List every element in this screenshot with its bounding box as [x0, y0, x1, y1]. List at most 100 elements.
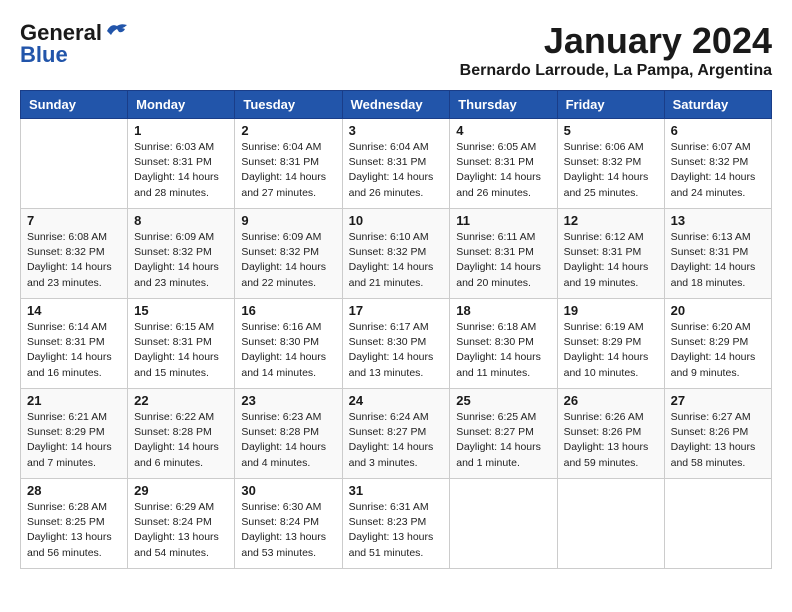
calendar-cell: 8Sunrise: 6:09 AMSunset: 8:32 PMDaylight… [128, 209, 235, 299]
day-number: 1 [134, 123, 228, 138]
day-number: 14 [27, 303, 121, 318]
weekday-header-wednesday: Wednesday [342, 91, 450, 119]
day-number: 11 [456, 213, 550, 228]
day-info: Sunrise: 6:08 AMSunset: 8:32 PMDaylight:… [27, 230, 121, 291]
weekday-header-sunday: Sunday [21, 91, 128, 119]
calendar-cell: 22 Sunrise: 6:22 AMSunset: 8:28 PMDayligh… [128, 389, 235, 479]
day-info: Sunrise: 6:21 AMSunset: 8:29 PMDaylight:… [27, 410, 121, 471]
day-number: 29 [134, 483, 228, 498]
day-number: 12 [564, 213, 658, 228]
calendar-cell: 14 Sunrise: 6:14 AMSunset: 8:31 PMDayligh… [21, 299, 128, 389]
calendar-cell: 26Sunrise: 6:26 AMSunset: 8:26 PMDayligh… [557, 389, 664, 479]
day-number: 16 [241, 303, 335, 318]
logo-bird-icon [105, 21, 129, 41]
calendar-cell: 21Sunrise: 6:21 AMSunset: 8:29 PMDayligh… [21, 389, 128, 479]
calendar-cell [664, 479, 771, 569]
day-number: 10 [349, 213, 444, 228]
logo-text-blue: Blue [20, 42, 68, 68]
calendar-cell: 19Sunrise: 6:19 AMSunset: 8:29 PMDayligh… [557, 299, 664, 389]
day-info: Sunrise: 6:05 AMSunset: 8:31 PMDaylight:… [456, 140, 550, 201]
calendar-week-3: 14 Sunrise: 6:14 AMSunset: 8:31 PMDayligh… [21, 299, 772, 389]
day-number: 6 [671, 123, 765, 138]
calendar-cell: 5 Sunrise: 6:06 AMSunset: 8:32 PMDaylight… [557, 119, 664, 209]
calendar-cell: 4 Sunrise: 6:05 AMSunset: 8:31 PMDaylight… [450, 119, 557, 209]
calendar-cell: 29 Sunrise: 6:29 AMSunset: 8:24 PMDayligh… [128, 479, 235, 569]
day-number: 28 [27, 483, 121, 498]
day-info: Sunrise: 6:20 AMSunset: 8:29 PMDaylight:… [671, 320, 765, 381]
weekday-header-monday: Monday [128, 91, 235, 119]
calendar-cell: 10 Sunrise: 6:10 AMSunset: 8:32 PMDayligh… [342, 209, 450, 299]
day-number: 17 [349, 303, 444, 318]
day-info: Sunrise: 6:26 AMSunset: 8:26 PMDaylight:… [564, 410, 658, 471]
calendar-cell [21, 119, 128, 209]
day-info: Sunrise: 6:06 AMSunset: 8:32 PMDaylight:… [564, 140, 658, 201]
day-info: Sunrise: 6:31 AMSunset: 8:23 PMDaylight:… [349, 500, 444, 561]
day-info: Sunrise: 6:15 AMSunset: 8:31 PMDaylight:… [134, 320, 228, 381]
day-info: Sunrise: 6:16 AMSunset: 8:30 PMDaylight:… [241, 320, 335, 381]
day-number: 25 [456, 393, 550, 408]
day-info: Sunrise: 6:24 AMSunset: 8:27 PMDaylight:… [349, 410, 444, 471]
day-number: 23 [241, 393, 335, 408]
day-number: 4 [456, 123, 550, 138]
logo: General Blue [20, 20, 129, 68]
calendar-cell: 25 Sunrise: 6:25 AMSunset: 8:27 PMDayligh… [450, 389, 557, 479]
calendar-cell: 2Sunrise: 6:04 AMSunset: 8:31 PMDaylight… [235, 119, 342, 209]
day-info: Sunrise: 6:27 AMSunset: 8:26 PMDaylight:… [671, 410, 765, 471]
day-info: Sunrise: 6:23 AMSunset: 8:28 PMDaylight:… [241, 410, 335, 471]
day-info: Sunrise: 6:12 AMSunset: 8:31 PMDaylight:… [564, 230, 658, 291]
day-info: Sunrise: 6:29 AMSunset: 8:24 PMDaylight:… [134, 500, 228, 561]
day-number: 27 [671, 393, 765, 408]
calendar-cell: 30 Sunrise: 6:30 AMSunset: 8:24 PMDayligh… [235, 479, 342, 569]
day-info: Sunrise: 6:09 AMSunset: 8:32 PMDaylight:… [241, 230, 335, 291]
day-info: Sunrise: 6:13 AMSunset: 8:31 PMDaylight:… [671, 230, 765, 291]
weekday-header-tuesday: Tuesday [235, 91, 342, 119]
day-number: 24 [349, 393, 444, 408]
day-info: Sunrise: 6:25 AMSunset: 8:27 PMDaylight:… [456, 410, 550, 471]
calendar-cell: 12 Sunrise: 6:12 AMSunset: 8:31 PMDayligh… [557, 209, 664, 299]
calendar-cell: 18 Sunrise: 6:18 AMSunset: 8:30 PMDayligh… [450, 299, 557, 389]
day-number: 15 [134, 303, 228, 318]
day-info: Sunrise: 6:19 AMSunset: 8:29 PMDaylight:… [564, 320, 658, 381]
calendar-cell: 17 Sunrise: 6:17 AMSunset: 8:30 PMDayligh… [342, 299, 450, 389]
calendar-week-4: 21Sunrise: 6:21 AMSunset: 8:29 PMDayligh… [21, 389, 772, 479]
calendar-cell: 28 Sunrise: 6:28 AMSunset: 8:25 PMDayligh… [21, 479, 128, 569]
day-info: Sunrise: 6:30 AMSunset: 8:24 PMDaylight:… [241, 500, 335, 561]
day-number: 18 [456, 303, 550, 318]
calendar-table: SundayMondayTuesdayWednesdayThursdayFrid… [20, 90, 772, 569]
day-info: Sunrise: 6:10 AMSunset: 8:32 PMDaylight:… [349, 230, 444, 291]
weekday-header-saturday: Saturday [664, 91, 771, 119]
calendar-cell: 23 Sunrise: 6:23 AMSunset: 8:28 PMDayligh… [235, 389, 342, 479]
calendar-cell [557, 479, 664, 569]
day-info: Sunrise: 6:14 AMSunset: 8:31 PMDaylight:… [27, 320, 121, 381]
location-subtitle: Bernardo Larroude, La Pampa, Argentina [460, 62, 772, 80]
day-number: 2 [241, 123, 335, 138]
calendar-week-2: 7 Sunrise: 6:08 AMSunset: 8:32 PMDaylight… [21, 209, 772, 299]
day-info: Sunrise: 6:17 AMSunset: 8:30 PMDaylight:… [349, 320, 444, 381]
day-info: Sunrise: 6:11 AMSunset: 8:31 PMDaylight:… [456, 230, 550, 291]
day-number: 9 [241, 213, 335, 228]
day-info: Sunrise: 6:28 AMSunset: 8:25 PMDaylight:… [27, 500, 121, 561]
day-number: 13 [671, 213, 765, 228]
day-info: Sunrise: 6:18 AMSunset: 8:30 PMDaylight:… [456, 320, 550, 381]
day-number: 22 [134, 393, 228, 408]
calendar-cell: 13 Sunrise: 6:13 AMSunset: 8:31 PMDayligh… [664, 209, 771, 299]
calendar-cell: 24 Sunrise: 6:24 AMSunset: 8:27 PMDayligh… [342, 389, 450, 479]
calendar-cell: 11 Sunrise: 6:11 AMSunset: 8:31 PMDayligh… [450, 209, 557, 299]
day-number: 5 [564, 123, 658, 138]
calendar-header-row: SundayMondayTuesdayWednesdayThursdayFrid… [21, 91, 772, 119]
day-number: 3 [349, 123, 444, 138]
day-info: Sunrise: 6:22 AMSunset: 8:28 PMDaylight:… [134, 410, 228, 471]
day-info: Sunrise: 6:09 AMSunset: 8:32 PMDaylight:… [134, 230, 228, 291]
calendar-week-5: 28 Sunrise: 6:28 AMSunset: 8:25 PMDayligh… [21, 479, 772, 569]
calendar-cell: 27 Sunrise: 6:27 AMSunset: 8:26 PMDayligh… [664, 389, 771, 479]
day-number: 7 [27, 213, 121, 228]
calendar-week-1: 1Sunrise: 6:03 AMSunset: 8:31 PMDaylight… [21, 119, 772, 209]
day-number: 31 [349, 483, 444, 498]
calendar-cell: 3Sunrise: 6:04 AMSunset: 8:31 PMDaylight… [342, 119, 450, 209]
calendar-cell: 6Sunrise: 6:07 AMSunset: 8:32 PMDaylight… [664, 119, 771, 209]
calendar-cell: 7 Sunrise: 6:08 AMSunset: 8:32 PMDaylight… [21, 209, 128, 299]
day-number: 30 [241, 483, 335, 498]
weekday-header-thursday: Thursday [450, 91, 557, 119]
month-title: January 2024 [460, 20, 772, 62]
calendar-cell: 9 Sunrise: 6:09 AMSunset: 8:32 PMDaylight… [235, 209, 342, 299]
